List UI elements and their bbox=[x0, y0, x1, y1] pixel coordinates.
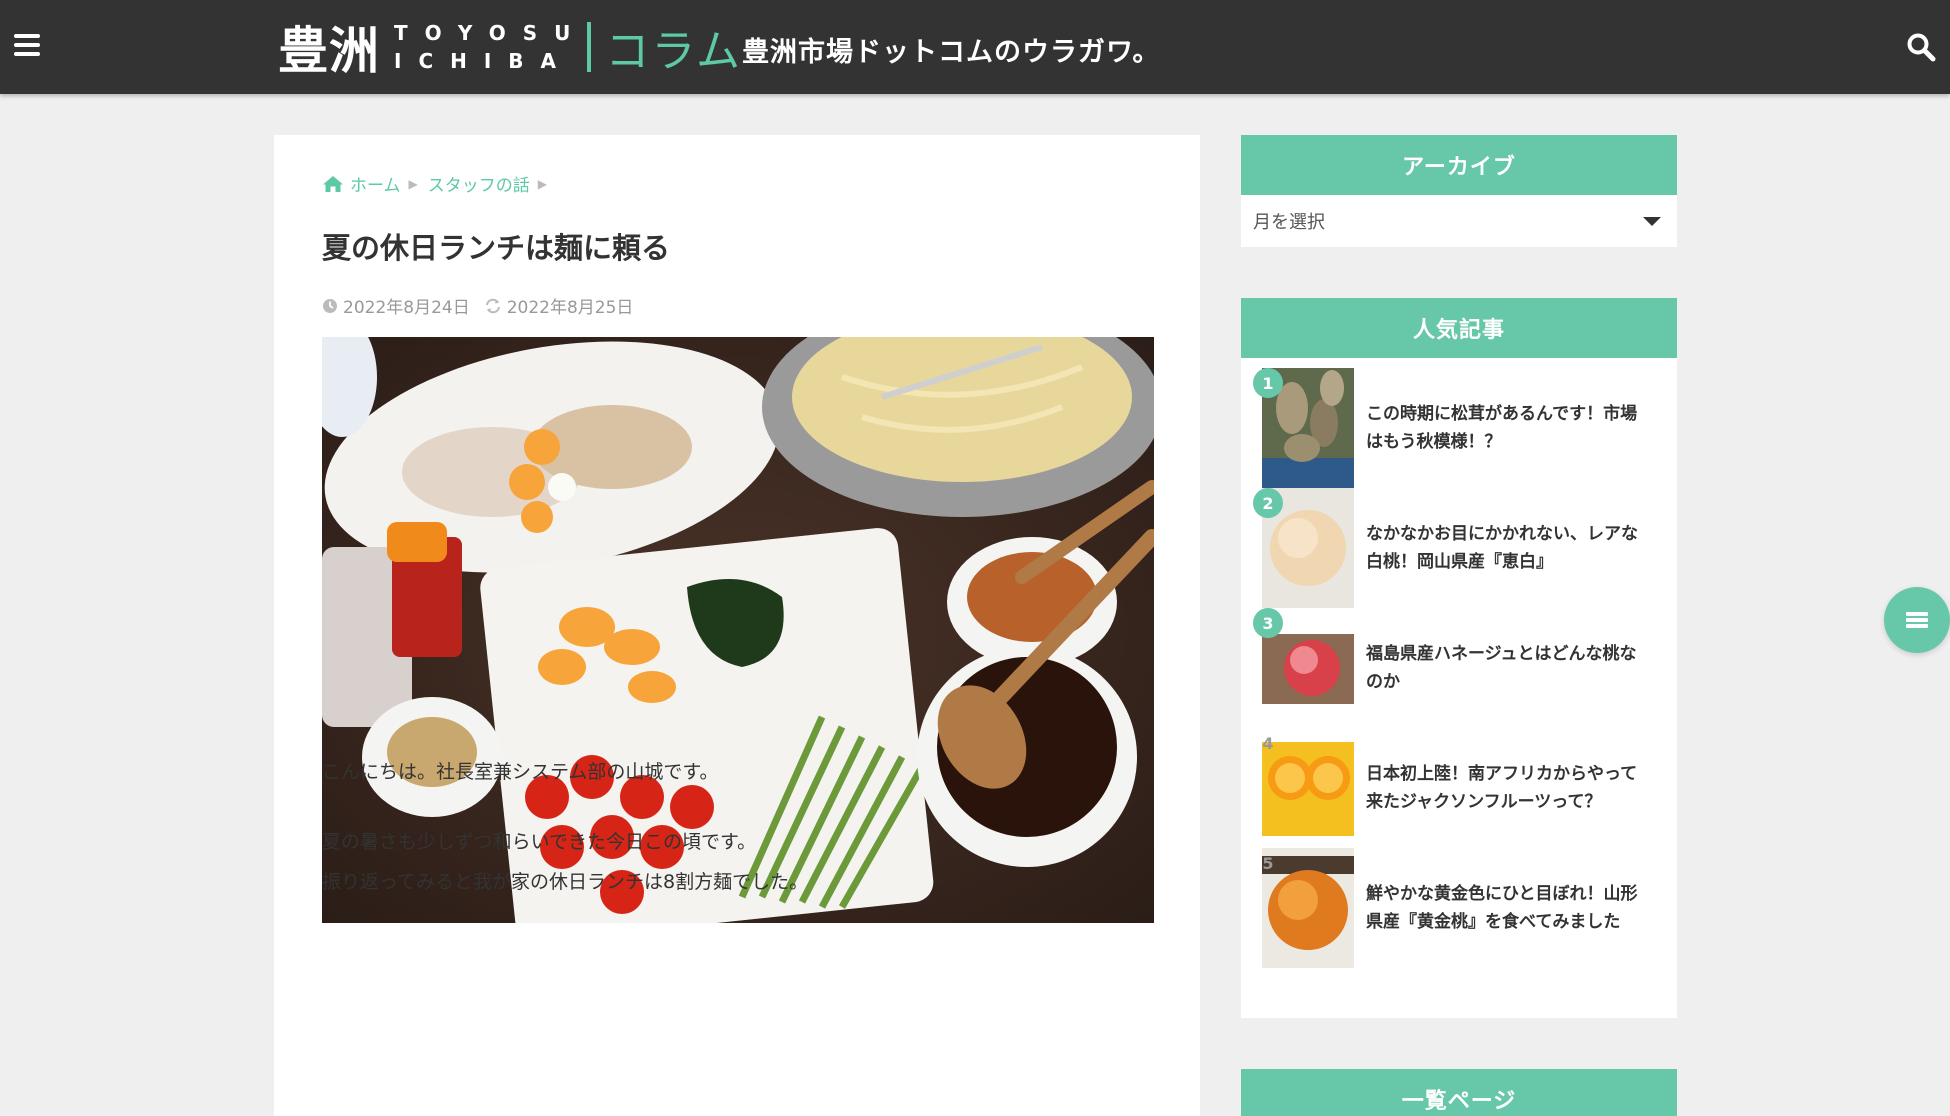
popular-post-item[interactable]: 1 この時期に松茸があるんです！市場 はもう秋模様！？ bbox=[1241, 368, 1677, 488]
post-title-line: 白桃！岡山県産『恵白』 bbox=[1366, 552, 1553, 572]
rank-badge: 2 bbox=[1253, 488, 1283, 518]
post-title-line: この時期に松茸があるんです！市場 bbox=[1366, 404, 1638, 424]
article-paragraph: こんにちは。社長室兼システム部の山城です。 bbox=[322, 761, 719, 783]
published-date-text: 2022年8月24日 bbox=[343, 298, 470, 318]
popular-post-title: この時期に松茸があるんです！市場 はもう秋模様！？ bbox=[1366, 400, 1657, 456]
site-header: 豊洲 TOYOSU ICHIBA コラム 豊洲市場ドットコムのウラガワ。 bbox=[0, 0, 1950, 94]
search-icon[interactable] bbox=[1906, 32, 1936, 62]
popular-widget-title: 人気記事 bbox=[1241, 298, 1677, 358]
post-title-line: 日本初上陸！南アフリカからやって bbox=[1366, 764, 1638, 784]
rank-badge: 3 bbox=[1253, 608, 1283, 638]
article-paragraph: 振り返ってみると我が家の休日ランチは8割方麺でした。 bbox=[322, 871, 809, 893]
logo-english-bottom: ICHIBA bbox=[394, 49, 574, 73]
updated-date-text: 2022年8月25日 bbox=[506, 298, 634, 318]
logo-kanji: 豊洲 bbox=[278, 22, 380, 80]
popular-post-item[interactable]: 5 鮮やかな黄金色にひと目ぼれ！山形 県産『黄金桃』を食べてみました bbox=[1241, 848, 1677, 968]
updated-date: 2022年8月25日 bbox=[484, 293, 634, 318]
list-page-widget-title[interactable]: 一覧ページ bbox=[1241, 1069, 1677, 1116]
home-icon[interactable] bbox=[322, 175, 344, 193]
logo-english: TOYOSU ICHIBA bbox=[394, 23, 587, 71]
site-logo[interactable]: 豊洲 TOYOSU ICHIBA コラム bbox=[278, 18, 743, 80]
post-title-line: なかなかお目にかかれない、レアな bbox=[1366, 524, 1638, 544]
post-title-line: 福島県産ハネージュとはどんな桃な bbox=[1366, 644, 1637, 664]
breadcrumb: ホーム ▶ スタッフの話 ▶ bbox=[322, 171, 557, 196]
archive-select-label: 月を選択 bbox=[1253, 212, 1325, 233]
rank-badge: 1 bbox=[1253, 368, 1283, 398]
article-card: ホーム ▶ スタッフの話 ▶ 夏の休日ランチは麺に頼る 2022年8月24日 2… bbox=[274, 135, 1200, 1116]
post-title-line: 県産『黄金桃』を食べてみました bbox=[1366, 912, 1621, 932]
rank-badge: 5 bbox=[1262, 853, 1274, 873]
popular-post-title: 鮮やかな黄金色にひと目ぼれ！山形 県産『黄金桃』を食べてみました bbox=[1366, 880, 1657, 936]
popular-post-title: 日本初上陸！南アフリカからやって 来たジャクソンフルーツって？ bbox=[1366, 760, 1657, 816]
clock-icon bbox=[323, 298, 337, 313]
breadcrumb-separator-icon: ▶ bbox=[408, 176, 418, 191]
published-date: 2022年8月24日 bbox=[322, 293, 470, 318]
site-tagline: 豊洲市場ドットコムのウラガワ。 bbox=[742, 37, 1161, 68]
breadcrumb-category-link[interactable]: スタッフの話 bbox=[428, 171, 530, 196]
breadcrumb-home-link[interactable]: ホーム bbox=[350, 171, 401, 196]
floating-menu-button[interactable] bbox=[1884, 587, 1950, 653]
logo-column-text: コラム bbox=[605, 26, 743, 77]
list-menu-icon bbox=[1906, 610, 1928, 630]
logo-divider bbox=[587, 22, 592, 72]
article-paragraph: 夏の暑さも少しずつ和らいできた今日この頃です。 bbox=[322, 831, 757, 853]
popular-post-item[interactable]: 4 日本初上陸！南アフリカからやって 来たジャクソンフルーツって？ bbox=[1241, 728, 1677, 848]
post-title: 夏の休日ランチは麺に頼る bbox=[322, 231, 671, 265]
post-dates: 2022年8月24日 2022年8月25日 bbox=[322, 293, 647, 318]
popular-post-title: 福島県産ハネージュとはどんな桃な のか bbox=[1366, 640, 1657, 696]
rank-badge: 4 bbox=[1262, 733, 1274, 753]
refresh-icon bbox=[485, 298, 500, 313]
popular-post-item[interactable]: 2 なかなかお目にかかれない、レアな 白桃！岡山県産『恵白』 bbox=[1241, 488, 1677, 608]
hamburger-menu-icon[interactable] bbox=[14, 34, 42, 58]
chevron-down-icon bbox=[1643, 216, 1661, 226]
popular-post-title: なかなかお目にかかれない、レアな 白桃！岡山県産『恵白』 bbox=[1366, 520, 1657, 576]
post-title-line: はもう秋模様！？ bbox=[1366, 432, 1502, 452]
post-title-line: 鮮やかな黄金色にひと目ぼれ！山形 bbox=[1366, 884, 1638, 904]
popular-post-item[interactable]: 3 福島県産ハネージュとはどんな桃な のか bbox=[1241, 608, 1677, 728]
list-page-widget: 一覧ページ bbox=[1241, 1069, 1677, 1116]
popular-posts-list: 1 この時期に松茸があるんです！市場 はもう秋模様！？ 2 なかなかお目にかかれ… bbox=[1241, 358, 1677, 978]
popular-posts-widget: 人気記事 1 この時期に松茸があるんです！市場 はもう秋模様！？ 2 なかなかお… bbox=[1241, 298, 1677, 1018]
archive-widget-title: アーカイブ bbox=[1241, 135, 1677, 195]
archive-widget: アーカイブ 月を選択 bbox=[1241, 135, 1677, 247]
post-title-line: のか bbox=[1366, 672, 1400, 692]
post-title-line: 来たジャクソンフルーツって？ bbox=[1366, 792, 1602, 812]
breadcrumb-separator-icon: ▶ bbox=[537, 176, 547, 191]
logo-english-top: TOYOSU bbox=[394, 21, 588, 45]
archive-month-select[interactable]: 月を選択 bbox=[1241, 195, 1677, 247]
